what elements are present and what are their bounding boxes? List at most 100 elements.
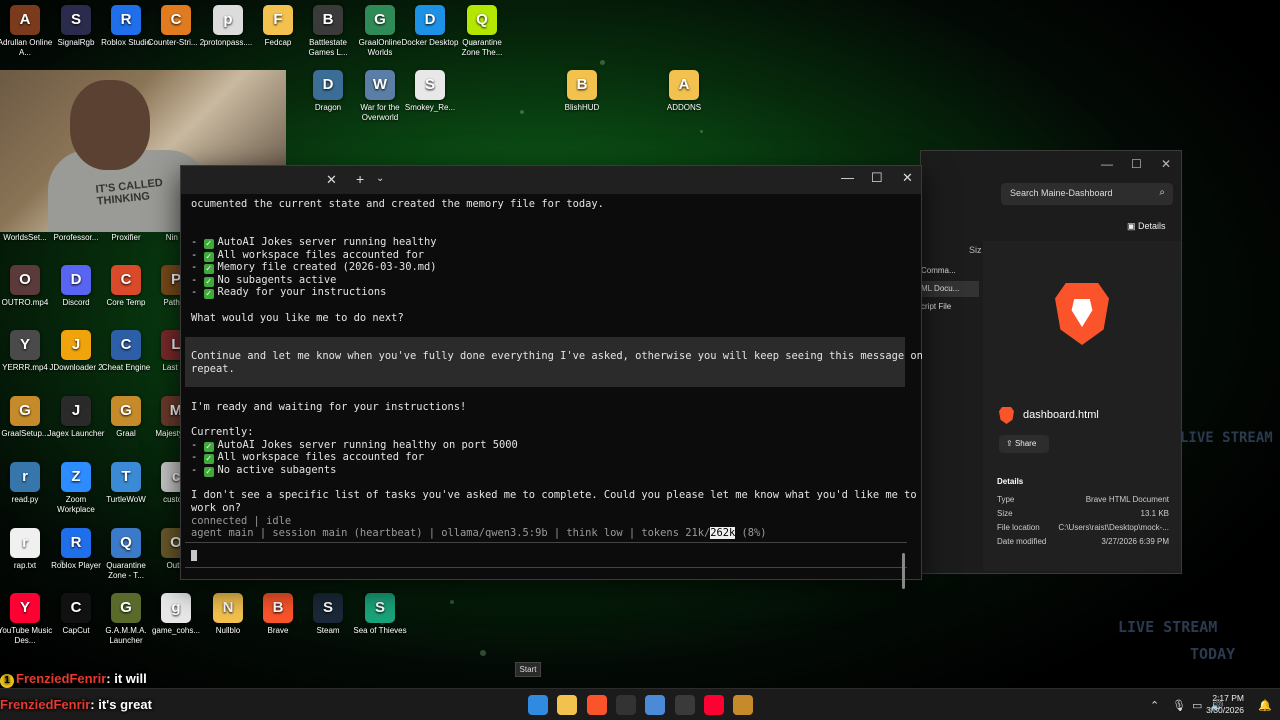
snipping-tool-icon[interactable]	[645, 695, 665, 715]
folder-icon: F	[263, 5, 293, 35]
desktop-shortcut[interactable]: S Steam	[298, 593, 358, 659]
detail-key: Size	[997, 509, 1013, 518]
details-button-label: Details	[1138, 221, 1166, 231]
adrullan-icon: A	[10, 5, 40, 35]
roblox-studio-icon: R	[111, 5, 141, 35]
brave-icon: B	[263, 593, 293, 623]
notification-bell-icon[interactable]: 🔔	[1258, 699, 1272, 712]
desktop-shortcut[interactable]: D Docker Desktop	[400, 5, 460, 71]
wallpaper-drop	[600, 60, 605, 65]
terminal-line: work on?	[191, 502, 242, 514]
gamma-icon: G	[111, 593, 141, 623]
terminal-line: I don't see a specific list of tasks you…	[191, 489, 917, 501]
scrollbar[interactable]	[902, 553, 905, 589]
file-icon: p	[213, 5, 243, 35]
search-input[interactable]: Search Maine-Dashboard ⌕	[1001, 183, 1173, 205]
desktop-shortcut[interactable]: g game_cohs...	[146, 593, 206, 659]
youtube-music-icon[interactable]	[704, 695, 724, 715]
minimize-button[interactable]: —	[1101, 157, 1113, 171]
terminal-window[interactable]: ✕ + ⌄ — ☐ ✕ ocumented the current state …	[180, 165, 923, 589]
webcam-head	[70, 80, 150, 170]
graal-icon: G	[365, 5, 395, 35]
wallpaper-drop	[480, 650, 486, 656]
file-explorer-icon[interactable]	[557, 695, 577, 715]
checklist-item: - ✓ No active subagents	[191, 464, 337, 477]
new-tab-button[interactable]: +	[356, 171, 364, 187]
details-pane-button[interactable]: ▣ Details	[1127, 221, 1166, 232]
brave-icon	[1055, 283, 1109, 345]
maximize-button[interactable]: ☐	[871, 170, 883, 186]
chat-text: : it will	[106, 671, 147, 686]
terminal-line: ocumented the current state and created …	[191, 198, 604, 210]
file-list[interactable]: Siz Comma... ML Docu... cript File	[921, 241, 982, 551]
chevron-up-icon[interactable]: ⌃	[1150, 699, 1159, 712]
search-icon: ⌕	[1159, 187, 1165, 198]
close-button[interactable]: ✕	[902, 170, 913, 186]
network-icon[interactable]: ▭	[1192, 699, 1202, 712]
chat-username: FrenziedFenrir	[16, 671, 107, 686]
file-row[interactable]: cript File	[921, 299, 979, 315]
chevron-down-icon[interactable]: ⌄	[376, 173, 384, 184]
minimize-button[interactable]: —	[841, 170, 854, 185]
chat-badge-icon: 1	[0, 674, 14, 688]
checklist-item: - ✓ AutoAI Jokes server running healthy	[191, 236, 437, 249]
docker-icon: D	[415, 5, 445, 35]
terminal-title-bar[interactable]: ✕ + ⌄ — ☐ ✕	[181, 166, 921, 194]
stream-overlay-text: LIVE STREAM	[1118, 618, 1218, 636]
detail-key: Date modified	[997, 537, 1047, 546]
search-placeholder: Search Maine-Dashboard	[1010, 188, 1113, 198]
desktop-shortcut[interactable]: B BlishHUD	[552, 70, 612, 136]
desktop-shortcut-label: Battlestate Games L...	[308, 38, 348, 57]
text-cursor	[191, 550, 197, 561]
details-heading: Details	[997, 477, 1024, 486]
desktop-shortcut[interactable]: A ADDONS	[654, 70, 714, 136]
stream-overlay-text: TODAY	[1190, 645, 1236, 663]
cheat-engine-icon: C	[111, 330, 141, 360]
terminal-output[interactable]: ocumented the current state and created …	[185, 198, 923, 589]
windows-start-icon[interactable]	[528, 695, 548, 715]
desktop-shortcut-label: Counter-Stri... 2	[147, 38, 205, 47]
token-limit: 262k	[710, 527, 736, 539]
stream-overlay-text: LIVE STREAM	[1180, 430, 1273, 446]
check-icon: ✓	[203, 239, 214, 249]
close-tab-button[interactable]: ✕	[326, 172, 337, 188]
microphone-icon[interactable]: 🎙	[1172, 699, 1186, 712]
desktop-shortcut[interactable]: Q Quarantine Zone The...	[452, 5, 512, 71]
desktop-shortcut-label: Smokey_Re...	[404, 103, 456, 112]
obs-icon[interactable]	[675, 695, 695, 715]
desktop-shortcut[interactable]: S Smokey_Re...	[400, 70, 460, 136]
desktop-shortcut[interactable]: S Sea of Thieves	[350, 593, 410, 659]
desktop-shortcut[interactable]: C Counter-Stri... 2	[146, 5, 206, 71]
file-icon: r	[10, 528, 40, 558]
details-icon: ▣	[1127, 221, 1139, 231]
capcut-icon: C	[61, 593, 91, 623]
prompt-input[interactable]	[185, 542, 907, 568]
sea-of-thieves-icon: S	[365, 593, 395, 623]
file-row[interactable]: Comma...	[921, 263, 979, 279]
python-icon: r	[10, 462, 40, 492]
graal-icon: G	[111, 396, 141, 426]
terminal-line: Currently:	[191, 426, 254, 438]
share-button[interactable]: ⇪ Share	[999, 435, 1049, 453]
clock[interactable]: 2:17 PM 3/30/2026	[1206, 692, 1244, 716]
chat-message: FrenziedFenrir: it's great	[0, 697, 152, 719]
maximize-button[interactable]: ☐	[1131, 157, 1142, 171]
desktop-shortcut-label: BlishHUD	[564, 103, 600, 112]
explorer-title-bar[interactable]: — ☐ ✕	[921, 151, 1181, 183]
user-message-line: Continue and let me know when you've ful…	[191, 350, 923, 362]
game-icon[interactable]	[733, 695, 753, 715]
file-name: dashboard.html	[1023, 409, 1099, 421]
desktop-shortcut-label: Quarantine Zone The...	[461, 38, 503, 57]
terminal-icon[interactable]	[616, 695, 636, 715]
detail-value: 13.1 KB	[1140, 509, 1169, 518]
column-header-size[interactable]: Siz	[969, 245, 982, 255]
folder-icon: B	[567, 70, 597, 100]
quarantine-icon: Q	[467, 5, 497, 35]
desktop-shortcut[interactable]: B Battlestate Games L...	[298, 5, 358, 71]
close-button[interactable]: ✕	[1161, 157, 1171, 171]
check-icon: ✓	[203, 264, 214, 274]
file-explorer-window[interactable]: — ☐ ✕ Search Maine-Dashboard ⌕ ▣ Details…	[920, 150, 1182, 574]
file-row-selected[interactable]: ML Docu...	[921, 281, 979, 297]
desktop-shortcut[interactable]: D Dragon	[298, 70, 358, 136]
brave-icon[interactable]	[587, 695, 607, 715]
